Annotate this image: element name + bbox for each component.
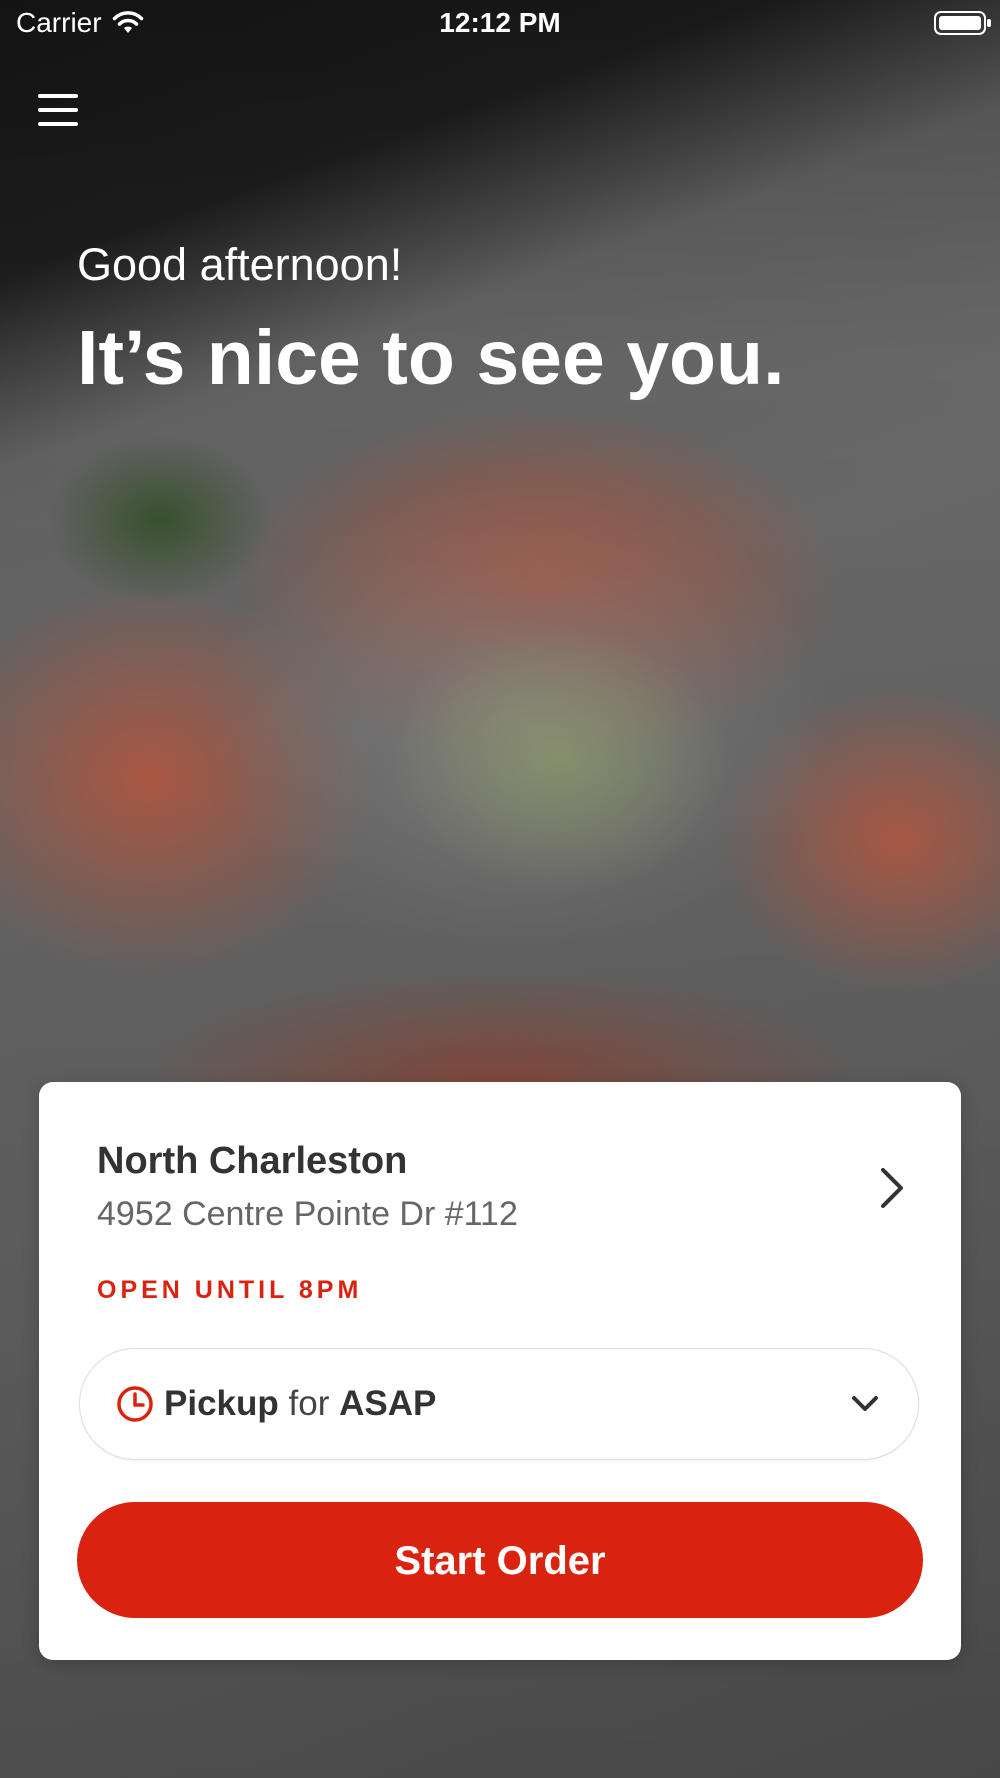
clock-icon	[117, 1386, 153, 1422]
hero-greeting: Good afternoon! It’s nice to see you.	[77, 238, 937, 404]
location-address: 4952 Centre Pointe Dr #112	[97, 1195, 518, 1233]
battery-icon	[934, 11, 991, 35]
order-time-selector[interactable]: Pickup for ASAP	[79, 1348, 919, 1460]
hamburger-menu-icon[interactable]	[38, 94, 78, 126]
chevron-down-icon	[852, 1396, 878, 1411]
headline-text: It’s nice to see you.	[77, 315, 785, 401]
order-time-label: Pickup for ASAP	[164, 1384, 436, 1424]
greeting-text: Good afternoon!	[77, 239, 403, 290]
location-card: North Charleston 4952 Centre Pointe Dr #…	[39, 1082, 961, 1660]
location-name: North Charleston	[97, 1140, 408, 1182]
start-order-button[interactable]: Start Order	[77, 1502, 923, 1618]
hours-status: OPEN UNTIL 8PM	[97, 1276, 363, 1304]
order-connector: for	[288, 1384, 330, 1423]
chevron-right-icon[interactable]	[875, 1166, 909, 1210]
order-method: Pickup	[164, 1384, 279, 1423]
order-time-value: ASAP	[339, 1384, 437, 1423]
status-bar: Carrier 12:12 PM	[0, 0, 1000, 52]
status-time: 12:12 PM	[439, 7, 561, 38]
location-details-link[interactable]: North Charleston 4952 Centre Pointe Dr #…	[97, 1138, 817, 1236]
